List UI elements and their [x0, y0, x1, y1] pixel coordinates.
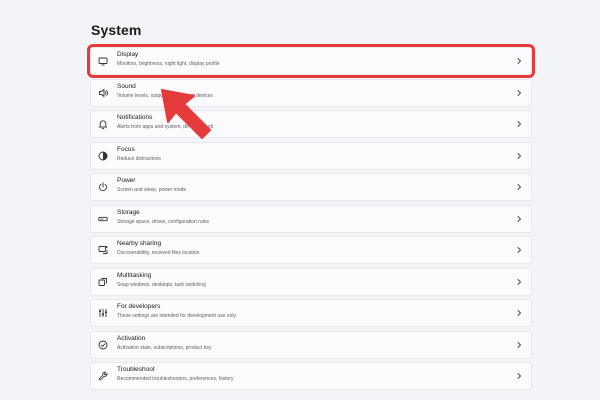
settings-item-description: Recommended troubleshooters, preferences…	[117, 376, 234, 382]
settings-item-nearby-sharing[interactable]: Nearby sharing Discoverability, received …	[90, 236, 532, 264]
focus-icon	[97, 150, 109, 162]
chevron-right-icon	[515, 215, 523, 223]
settings-item-description: Monitors, brightness, night light, displ…	[117, 61, 220, 67]
chevron-right-icon	[515, 278, 523, 286]
power-icon	[97, 181, 109, 193]
bell-icon	[97, 118, 109, 130]
settings-item-description: Reduce distractions	[117, 155, 161, 162]
settings-item-description: Snap windows, desktops, task switching	[117, 281, 206, 288]
chevron-right-icon	[515, 309, 523, 317]
settings-item-description: Activation state, subscriptions, product…	[117, 344, 212, 351]
settings-item-label: Storage	[117, 208, 140, 216]
settings-item-troubleshoot[interactable]: Troubleshoot Recommended troubleshooters,…	[90, 362, 532, 390]
settings-item-multitasking[interactable]: Multitasking Snap windows, desktops, task…	[90, 267, 532, 296]
settings-item-label: Troubleshoot	[117, 366, 155, 373]
settings-item-label: Focus	[117, 145, 135, 153]
settings-list: Display Monitors, brightness, night light…	[87, 44, 535, 394]
wrench-icon	[97, 370, 109, 382]
storage-icon	[97, 213, 109, 225]
settings-item-label: Sound	[117, 82, 136, 90]
settings-item-description: Screen and sleep, power mode	[117, 187, 187, 193]
chevron-right-icon	[515, 183, 523, 191]
settings-item-notifications[interactable]: Notifications Alerts from apps and system…	[90, 110, 532, 138]
settings-item-label: For developers	[117, 303, 161, 310]
settings-item-activation[interactable]: Activation Activation state, subscription…	[90, 330, 532, 359]
settings-page: System Display Monitors, brightness, nigh…	[0, 0, 600, 400]
settings-item-description: Discoverability, received files location	[117, 250, 200, 256]
share-icon	[97, 244, 109, 256]
settings-item-display[interactable]: Display Monitors, brightness, night light…	[87, 44, 535, 78]
developer-tools-icon	[97, 307, 109, 319]
settings-item-label: Activation	[117, 334, 146, 342]
settings-item-power[interactable]: Power Screen and sleep, power mode	[90, 173, 532, 201]
settings-item-label: Multitasking	[117, 271, 152, 279]
chevron-right-icon	[515, 372, 523, 380]
settings-item-for-developers[interactable]: For developers These settings are intende…	[90, 299, 532, 327]
settings-item-label: Nearby sharing	[117, 240, 162, 247]
settings-item-sound[interactable]: Sound Volume levels, output, input, sound…	[90, 78, 532, 107]
chevron-right-icon	[515, 246, 523, 254]
settings-item-label: Display	[117, 51, 139, 58]
settings-item-description: These settings are intended for developm…	[117, 313, 236, 319]
settings-item-label: Notifications	[117, 114, 153, 121]
chevron-right-icon	[515, 152, 523, 160]
monitor-icon	[97, 55, 109, 67]
settings-item-description: Storage space, drives, configuration rul…	[117, 218, 209, 225]
chevron-right-icon	[515, 341, 523, 349]
chevron-right-icon	[515, 120, 523, 128]
chevron-right-icon	[515, 57, 523, 65]
page-title: System	[91, 22, 142, 38]
settings-item-storage[interactable]: Storage Storage space, drives, configurat…	[90, 204, 532, 233]
settings-item-focus[interactable]: Focus Reduce distractions	[90, 141, 532, 170]
settings-item-label: Power	[117, 177, 136, 184]
settings-item-description: Volume levels, output, input, sound devi…	[117, 92, 213, 99]
chevron-right-icon	[515, 89, 523, 97]
check-circle-icon	[97, 339, 109, 351]
multitasking-icon	[97, 276, 109, 288]
settings-item-description: Alerts from apps and system, do not dist…	[117, 124, 214, 130]
speaker-icon	[97, 87, 109, 99]
